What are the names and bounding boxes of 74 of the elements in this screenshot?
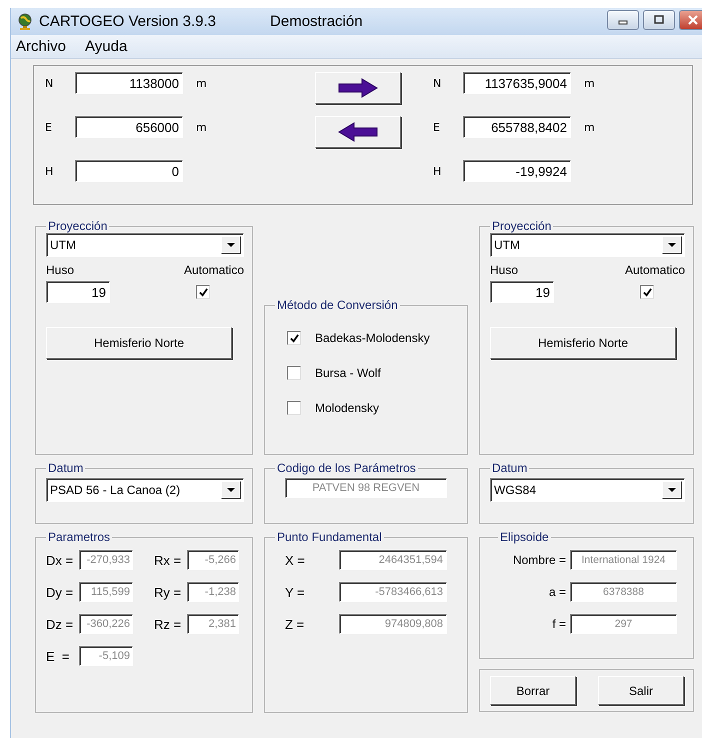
- left-arrow-icon: [338, 122, 378, 142]
- coordinate-field[interactable]: 1138000: [75, 72, 183, 94]
- datum-dropdown[interactable]: WGS84: [490, 478, 685, 502]
- action-button[interactable]: Salir: [598, 676, 684, 705]
- convert-backward-button[interactable]: [315, 116, 401, 148]
- minimize-button[interactable]: [607, 10, 639, 30]
- parameter-label: Rx =: [154, 552, 182, 568]
- coordinate-label: E: [433, 120, 441, 134]
- window-subtitle: Demostración: [270, 13, 363, 30]
- parameter-label: Dz =: [46, 616, 74, 632]
- unit-label: m: [196, 120, 207, 134]
- hemisphere-button[interactable]: Hemisferio Norte: [490, 327, 676, 359]
- method-option-label[interactable]: Bursa - Wolf: [315, 366, 381, 380]
- point-label: X =: [285, 552, 306, 568]
- coordinate-label: N: [45, 76, 54, 90]
- group-title: Parametros: [47, 530, 112, 544]
- huso-field[interactable]: 19: [490, 281, 554, 303]
- action-button[interactable]: Borrar: [490, 676, 576, 705]
- huso-label: Huso: [46, 263, 74, 277]
- ellipsoid-label: Nombre =: [512, 553, 566, 567]
- parameter-label: E =: [46, 648, 70, 664]
- point-label: Y =: [285, 584, 306, 600]
- convert-forward-button[interactable]: [315, 72, 401, 104]
- ellipsoid-label: f =: [551, 617, 566, 631]
- method-option-label[interactable]: Badekas-Molodensky: [315, 331, 430, 345]
- parameter-label: Dy =: [46, 584, 74, 600]
- group-title: Proyección: [47, 219, 108, 233]
- coordinate-field[interactable]: 656000: [75, 116, 183, 138]
- checkbox[interactable]: [640, 285, 654, 299]
- window-title: CARTOGEO Version 3.9.3: [39, 13, 216, 30]
- menu-item[interactable]: Archivo: [11, 38, 72, 55]
- unit-label: m: [196, 76, 207, 90]
- group-title: Codigo de los Parámetros: [276, 461, 417, 475]
- automatic-label: Automatico: [184, 263, 244, 277]
- maximize-icon: [654, 15, 664, 25]
- checkbox[interactable]: [287, 401, 301, 415]
- coordinate-field[interactable]: 655788,8402: [463, 116, 571, 138]
- method-option-label[interactable]: Molodensky: [315, 401, 380, 415]
- coordinate-field[interactable]: -19,9924: [463, 160, 571, 182]
- point-label: Z =: [285, 616, 306, 632]
- group-title: Método de Conversión: [276, 298, 399, 312]
- close-button[interactable]: [679, 10, 702, 30]
- projection-dropdown[interactable]: UTM: [490, 233, 685, 257]
- projection-dropdown[interactable]: UTM: [46, 233, 244, 257]
- ellipsoid-label: a =: [548, 585, 566, 599]
- huso-field[interactable]: 19: [46, 281, 110, 303]
- group-title: Datum: [491, 461, 528, 475]
- group-title: Datum: [47, 461, 84, 475]
- group-title: Punto Fundamental: [276, 530, 383, 544]
- huso-label: Huso: [490, 263, 518, 277]
- checkbox[interactable]: [287, 366, 301, 380]
- group-title: Proyección: [491, 219, 552, 233]
- right-arrow-icon: [338, 78, 378, 98]
- unit-label: m: [584, 120, 595, 134]
- coordinate-label: E: [45, 120, 53, 134]
- parameter-label: Ry =: [154, 584, 182, 600]
- automatic-label: Automatico: [624, 263, 685, 277]
- datum-dropdown[interactable]: PSAD 56 - La Canoa (2): [46, 478, 244, 502]
- checkbox[interactable]: [196, 285, 210, 299]
- close-icon: [688, 15, 698, 25]
- parameter-label: Dx =: [46, 552, 74, 568]
- group-title: Elipsoide: [499, 530, 550, 544]
- maximize-button[interactable]: [643, 10, 675, 30]
- coordinate-field[interactable]: 0: [75, 160, 183, 182]
- parameter-label: Rz =: [154, 616, 182, 632]
- coordinate-label: H: [433, 164, 442, 178]
- checkbox[interactable]: [287, 331, 301, 345]
- unit-label: m: [584, 76, 595, 90]
- coordinate-label: N: [433, 76, 442, 90]
- menu-item[interactable]: Ayuda: [80, 38, 134, 55]
- globe-icon: [17, 12, 33, 30]
- hemisphere-button[interactable]: Hemisferio Norte: [46, 327, 232, 359]
- coordinate-field[interactable]: 1137635,9004: [463, 72, 571, 94]
- coordinate-label: H: [45, 164, 54, 178]
